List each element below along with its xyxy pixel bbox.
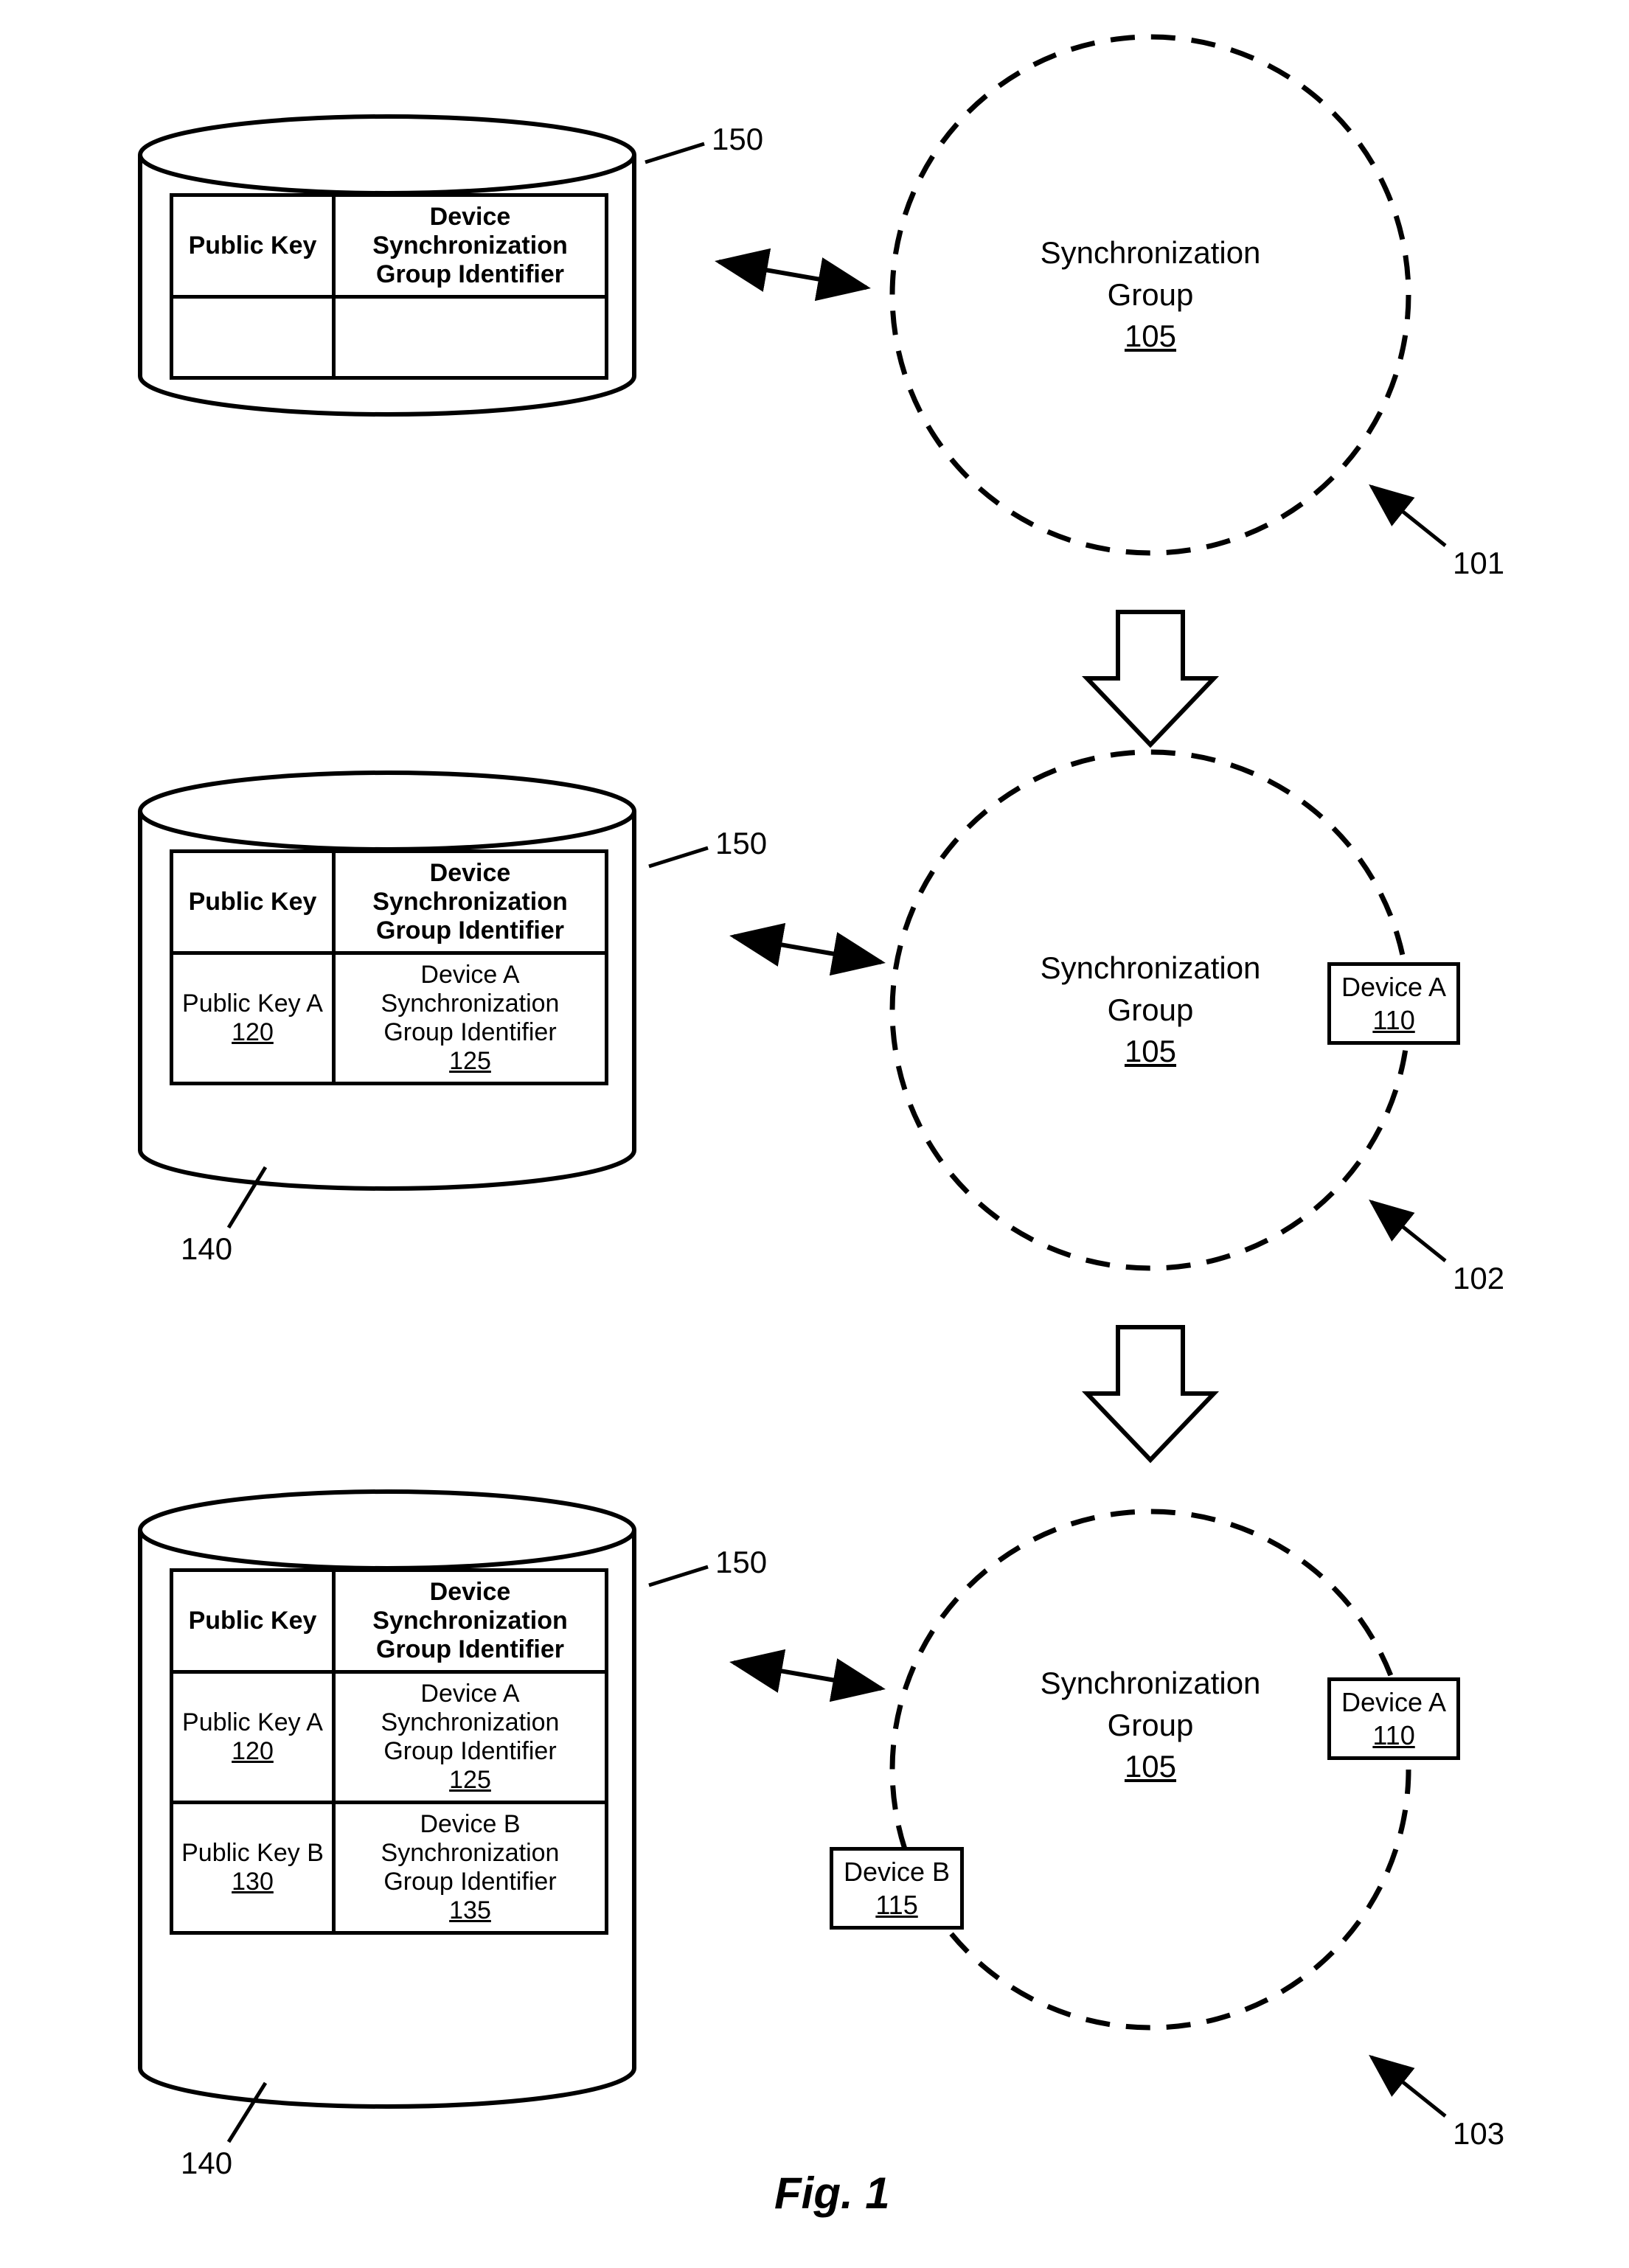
leader-101	[1372, 487, 1445, 546]
th-public-key: Public Key	[172, 195, 334, 297]
txt-pka-3: Public Key A	[182, 1708, 323, 1736]
td-sgida-2: Device A Synchronization Group Identifie…	[334, 953, 607, 1084]
td-pka-3: Public Key A 120	[172, 1672, 334, 1803]
txt-sgida: Device A Synchronization Group Identifie…	[381, 961, 560, 1046]
leader-103	[1372, 2057, 1445, 2116]
device-b-name: Device B	[844, 1857, 950, 1887]
device-b-ref: 115	[875, 1890, 917, 1920]
ref-pka: 120	[232, 1018, 274, 1046]
leader-150-1	[645, 144, 704, 162]
device-a-ref: 110	[1372, 1005, 1414, 1035]
device-a-name: Device A	[1341, 972, 1446, 1002]
ref-sgida: 125	[449, 1047, 491, 1075]
sync-group-ref: 105	[1125, 319, 1176, 353]
link-arrow-3	[734, 1663, 881, 1688]
ref-140-2: 140	[181, 1231, 232, 1267]
device-a-box-2: Device A 110	[1327, 962, 1460, 1045]
sync-group-title-3: Synchronization	[1041, 1666, 1261, 1700]
data-table-stage1: Public Key Device Synchronization Group …	[170, 193, 608, 380]
td-pka-2: Public Key A 120	[172, 953, 334, 1084]
sync-group-title-2: Synchronization	[1041, 950, 1261, 985]
ref-140-3: 140	[181, 2146, 232, 2181]
ref-sgidb: 135	[449, 1896, 491, 1924]
down-arrow-1	[1087, 612, 1214, 745]
ref-150-1: 150	[712, 122, 763, 157]
ref-102: 102	[1453, 1261, 1504, 1296]
td-pkb-3: Public Key B 130	[172, 1803, 334, 1933]
device-a-box-3: Device A 110	[1327, 1677, 1460, 1760]
sync-group-label-1: Synchronization Group 105	[1036, 232, 1265, 358]
ref-101: 101	[1453, 546, 1504, 581]
device-b-box-3: Device B 115	[830, 1847, 964, 1930]
sync-group-title: Synchronization	[1041, 235, 1261, 270]
link-arrow-1	[719, 262, 866, 288]
txt-sgidb: Device B Synchronization Group Identifie…	[381, 1810, 560, 1896]
down-arrow-2	[1087, 1327, 1214, 1460]
th-device-sgid: Device Synchronization Group Identifier	[334, 195, 607, 297]
td-sgidb-3: Device B Synchronization Group Identifie…	[334, 1803, 607, 1933]
txt-pkb: Public Key B	[181, 1839, 324, 1867]
txt-pka: Public Key A	[182, 989, 323, 1018]
data-table-stage2: Public Key Device Synchronization Group …	[170, 849, 608, 1085]
link-arrow-2	[734, 936, 881, 962]
data-table-stage3: Public Key Device Synchronization Group …	[170, 1568, 608, 1935]
th-device-sgid-3: Device Synchronization Group Identifier	[334, 1570, 607, 1672]
sync-group-label-2: Synchronization Group 105	[1036, 947, 1265, 1073]
sync-group-sub: Group	[1108, 277, 1194, 312]
th-public-key-3: Public Key	[172, 1570, 334, 1672]
th-public-key-2: Public Key	[172, 852, 334, 953]
ref-150-2: 150	[715, 826, 767, 861]
ref-103: 103	[1453, 2116, 1504, 2152]
txt-sgida-3: Device A Synchronization Group Identifie…	[381, 1680, 560, 1765]
ref-pka-3: 120	[232, 1737, 274, 1765]
th-device-sgid-2: Device Synchronization Group Identifier	[334, 852, 607, 953]
leader-150-2	[649, 848, 708, 866]
sync-group-sub-2: Group	[1108, 992, 1194, 1027]
sync-group-ref-3: 105	[1125, 1749, 1176, 1784]
sync-group-ref-2: 105	[1125, 1034, 1176, 1068]
ref-150-3: 150	[715, 1545, 767, 1580]
device-a-name-3: Device A	[1341, 1687, 1446, 1717]
leader-150-3	[649, 1567, 708, 1585]
leader-102	[1372, 1202, 1445, 1261]
device-a-ref-3: 110	[1372, 1720, 1414, 1750]
sync-group-label-3: Synchronization Group 105	[1036, 1663, 1265, 1788]
td-empty-r	[334, 297, 607, 378]
td-sgida-3: Device A Synchronization Group Identifie…	[334, 1672, 607, 1803]
td-empty-l	[172, 297, 334, 378]
diagram-page: Fig. 1	[0, 0, 1629, 2268]
ref-pkb: 130	[232, 1868, 274, 1896]
ref-sgida-3: 125	[449, 1766, 491, 1794]
sync-group-sub-3: Group	[1108, 1708, 1194, 1742]
